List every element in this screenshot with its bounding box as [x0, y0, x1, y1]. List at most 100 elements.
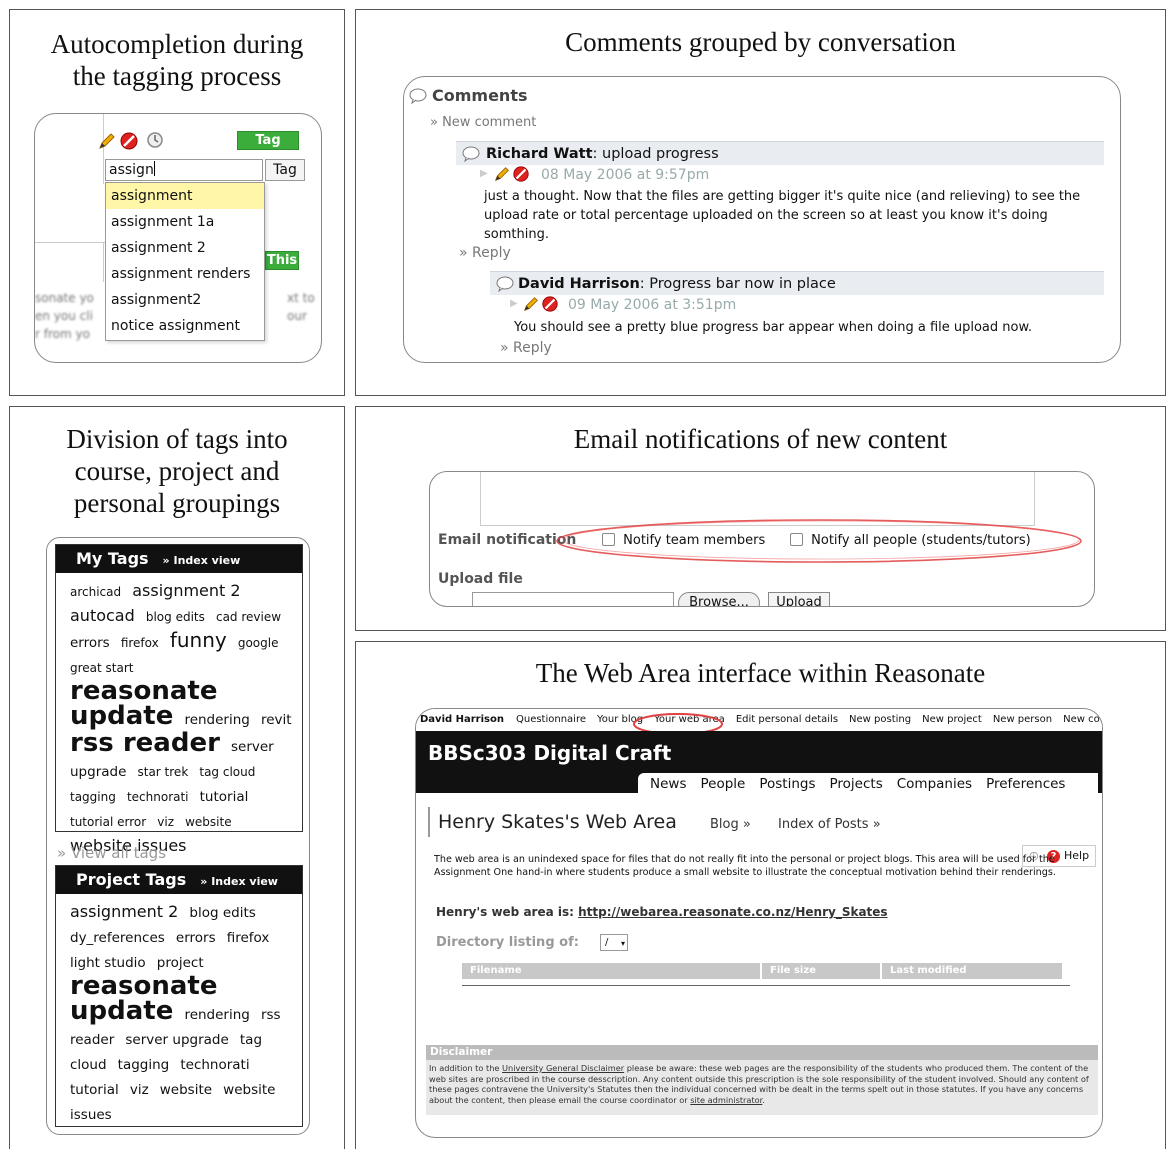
suggestion-item[interactable]: assignment2	[106, 287, 264, 313]
delete-icon[interactable]	[541, 295, 559, 313]
edit-pencil-icon[interactable]	[522, 295, 540, 313]
panel-title: The Web Area interface within Reasonate	[535, 658, 986, 688]
tag-link[interactable]: star trek	[138, 765, 189, 779]
nav-new-company[interactable]: New company	[1063, 714, 1102, 725]
tag-link[interactable]: cloud	[70, 1057, 107, 1073]
suggestion-item[interactable]: assignment 2	[106, 235, 264, 261]
expand-arrow-icon[interactable]: ▶	[510, 298, 518, 309]
tag-link[interactable]: blog edits	[189, 905, 255, 921]
tag-link[interactable]: errors	[176, 930, 216, 946]
tag-link[interactable]: tutorial	[70, 1082, 119, 1098]
tag-link[interactable]: firefox	[227, 930, 270, 946]
email-frame: Email notification Notify team members N…	[429, 471, 1095, 607]
tag-link[interactable]: upgrade	[70, 764, 126, 780]
delete-icon[interactable]	[119, 131, 139, 151]
tag-link[interactable]: assignment 2	[70, 902, 178, 921]
tag-link[interactable]: autocad	[70, 606, 135, 625]
edit-pencil-icon[interactable]	[97, 131, 117, 151]
reply-link[interactable]: » Reply	[500, 340, 552, 356]
tag-link[interactable]: cad review	[216, 610, 281, 624]
tag-link[interactable]: tutorial	[200, 789, 249, 805]
tag-button[interactable]: Tag	[265, 159, 305, 181]
view-all-tags-link[interactable]: » View all tags	[57, 844, 166, 862]
tag-link[interactable]: update	[70, 701, 173, 731]
tag-history-icon[interactable]	[145, 130, 165, 150]
tab-companies[interactable]: Companies	[897, 776, 972, 792]
file-table-header-modified[interactable]: Last modified	[882, 963, 1062, 979]
tag-link[interactable]: tagging	[70, 790, 116, 804]
tab-postings[interactable]: Postings	[759, 776, 815, 792]
nav-new-posting[interactable]: New posting	[849, 714, 911, 725]
tag-link[interactable]: funny	[170, 628, 227, 652]
tab-preferences[interactable]: Preferences	[986, 776, 1065, 792]
tag-link[interactable]: great start	[70, 661, 134, 675]
tag-link[interactable]: tagging	[118, 1057, 170, 1073]
tag-link[interactable]: rss reader	[70, 728, 220, 758]
site-administrator-link[interactable]: site administrator	[690, 1095, 762, 1105]
nav-edit-personal[interactable]: Edit personal details	[736, 714, 838, 725]
tag-link[interactable]: dy_references	[70, 930, 165, 946]
tag-link[interactable]: rendering	[184, 1007, 249, 1023]
tag-link[interactable]: revit	[261, 712, 292, 728]
comment-author[interactable]: Richard Watt	[486, 146, 593, 162]
nav-questionnaire[interactable]: Questionnaire	[516, 714, 586, 725]
new-comment-link[interactable]: » New comment	[430, 115, 536, 130]
file-table-header-size[interactable]: File size	[762, 963, 880, 979]
tag-link[interactable]: viz	[130, 1082, 149, 1098]
tag-link[interactable]: project	[157, 955, 204, 971]
tag-link[interactable]: tag	[240, 1032, 262, 1048]
nav-user[interactable]: David Harrison	[420, 714, 504, 725]
upload-button[interactable]: Upload	[768, 592, 830, 606]
suggestion-item[interactable]: assignment 1a	[106, 209, 264, 235]
suggestion-item[interactable]: assignment renders	[106, 261, 264, 287]
tag-link[interactable]: website	[223, 1082, 275, 1098]
tag-link[interactable]: rendering	[184, 712, 249, 728]
delete-icon[interactable]	[512, 165, 530, 183]
tab-projects[interactable]: Projects	[830, 776, 883, 792]
directory-select[interactable]: / ▾	[600, 934, 628, 951]
index-view-link[interactable]: » Index view	[163, 554, 241, 567]
blog-link[interactable]: Blog »	[710, 817, 751, 832]
tab-people[interactable]: People	[700, 776, 745, 792]
tag-input[interactable]: assign	[105, 159, 263, 181]
nav-new-person[interactable]: New person	[993, 714, 1052, 725]
tag-link[interactable]: technorati	[180, 1057, 249, 1073]
tag-this-button[interactable]: Tag This	[237, 131, 299, 165]
tag-link[interactable]: server upgrade	[125, 1032, 228, 1048]
tag-link[interactable]: blog edits	[146, 610, 205, 624]
file-path-input[interactable]	[472, 592, 674, 606]
tag-link[interactable]: website	[185, 815, 232, 829]
my-tags-box: My Tags » Index view archicad assignment …	[55, 544, 303, 855]
reply-link[interactable]: » Reply	[459, 245, 511, 261]
tab-news[interactable]: News	[650, 776, 686, 792]
tag-link[interactable]: update	[70, 996, 173, 1026]
tag-link[interactable]: tutorial error	[70, 815, 146, 829]
tag-link[interactable]: google	[238, 636, 279, 650]
tag-link[interactable]: reader	[70, 1032, 114, 1048]
suggestion-item[interactable]: assignment	[106, 183, 264, 209]
comment-author[interactable]: David Harrison	[518, 276, 640, 292]
expand-arrow-icon[interactable]: ▶	[480, 168, 488, 179]
tag-link[interactable]: firefox	[121, 636, 159, 650]
web-area-url[interactable]: http://webarea.reasonate.co.nz/Henry_Ska…	[578, 905, 887, 919]
tag-link[interactable]: viz	[157, 815, 174, 829]
tag-link[interactable]: rss	[261, 1007, 281, 1023]
tag-link[interactable]: errors	[70, 635, 110, 651]
index-of-posts-link[interactable]: Index of Posts »	[778, 817, 881, 832]
tag-link[interactable]: server	[231, 739, 274, 755]
edit-pencil-icon[interactable]	[493, 165, 511, 183]
suggestion-item[interactable]: notice assignment	[106, 313, 264, 339]
file-table-header-filename[interactable]: Filename	[462, 963, 760, 979]
tag-link[interactable]: assignment 2	[132, 581, 240, 600]
tag-link[interactable]: light studio	[70, 955, 146, 971]
tag-link[interactable]: tag cloud	[199, 765, 255, 779]
index-view-link[interactable]: » Index view	[200, 875, 278, 888]
tag-link[interactable]: technorati	[127, 790, 189, 804]
nav-new-project[interactable]: New project	[922, 714, 982, 725]
tag-link[interactable]: website	[160, 1082, 212, 1098]
tag-this-button-2[interactable]: This	[265, 251, 299, 270]
browse-button[interactable]: Browse...	[678, 592, 760, 606]
university-disclaimer-link[interactable]: University General Disclaimer	[502, 1063, 624, 1073]
tag-link[interactable]: issues	[70, 1107, 112, 1123]
tag-link[interactable]: archicad	[70, 585, 121, 599]
